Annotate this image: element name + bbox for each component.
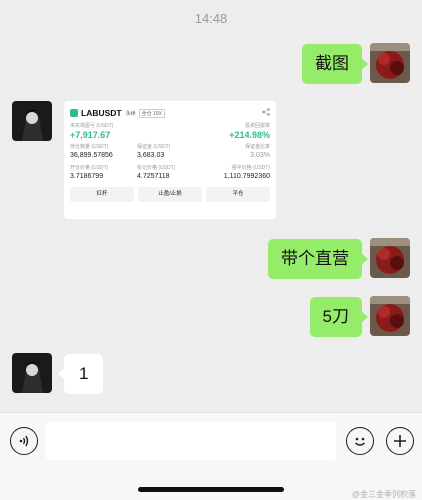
- message-bubble-reply[interactable]: 1: [57, 354, 104, 394]
- unrealized-pnl-label: 未实现盈亏 (USDT): [70, 123, 114, 129]
- entry-price-value: 3.7186799: [70, 173, 104, 180]
- usdt-logo-icon: [70, 109, 78, 117]
- position-size-value: 36,899.57856: [70, 152, 113, 159]
- roi-value: +214.98%: [229, 130, 270, 140]
- mark-price-value: 4.7257118: [137, 173, 170, 180]
- plus-icon[interactable]: [386, 427, 414, 455]
- margin-ratio-value: 3.03%: [250, 152, 270, 159]
- my-avatar[interactable]: [370, 296, 410, 336]
- contact-avatar[interactable]: [12, 353, 52, 393]
- my-avatar[interactable]: [370, 238, 410, 278]
- chat-timestamp: 14:48: [194, 11, 228, 26]
- chat-input-bar: @金三金季列积落: [0, 412, 422, 500]
- share-icon: [262, 108, 270, 118]
- contact-avatar[interactable]: [12, 101, 52, 141]
- leverage-button: 杠杆: [70, 187, 134, 202]
- watermark: @金三金季列积落: [351, 490, 416, 499]
- message-bubble-amount[interactable]: 5刀: [309, 297, 369, 337]
- my-avatar[interactable]: [370, 43, 410, 83]
- liq-price-label: 强平价格 (USDT): [231, 165, 270, 171]
- voice-input-icon[interactable]: [10, 427, 38, 455]
- emoji-icon[interactable]: [346, 427, 374, 455]
- roi-label: 投资回报率: [244, 123, 270, 129]
- entry-price-label: 开仓价格 (USDT): [70, 165, 109, 171]
- position-size-label: 持仓数量 (USDT): [70, 144, 109, 150]
- card-symbol: LABUSDT: [81, 108, 122, 118]
- margin-ratio-label: 保证金比率: [244, 144, 270, 150]
- margin-value: 3,683.03: [137, 152, 165, 159]
- position-screenshot-card[interactable]: LABUSDT 永续 全仓 10X 未实现盈亏 (USDT) +7,917.67…: [64, 101, 276, 219]
- home-indicator: [138, 487, 284, 492]
- tp-sl-button: 止盈/止损: [138, 187, 202, 202]
- message-bubble-direct[interactable]: 带个直营: [268, 239, 368, 279]
- margin-label: 保证金 (USDT): [137, 144, 171, 150]
- message-bubble-screenshot[interactable]: 截图: [302, 44, 368, 84]
- card-margin-mode: 全仓 10X: [138, 108, 165, 118]
- close-position-button: 平仓: [206, 187, 270, 202]
- liq-price-value: 1,110.7992360: [223, 173, 270, 180]
- unrealized-pnl-value: +7,917.67: [70, 130, 111, 140]
- message-input[interactable]: [46, 422, 336, 460]
- card-contract-type: 永续: [125, 110, 136, 117]
- mark-price-label: 标记价格 (USDT): [137, 165, 176, 171]
